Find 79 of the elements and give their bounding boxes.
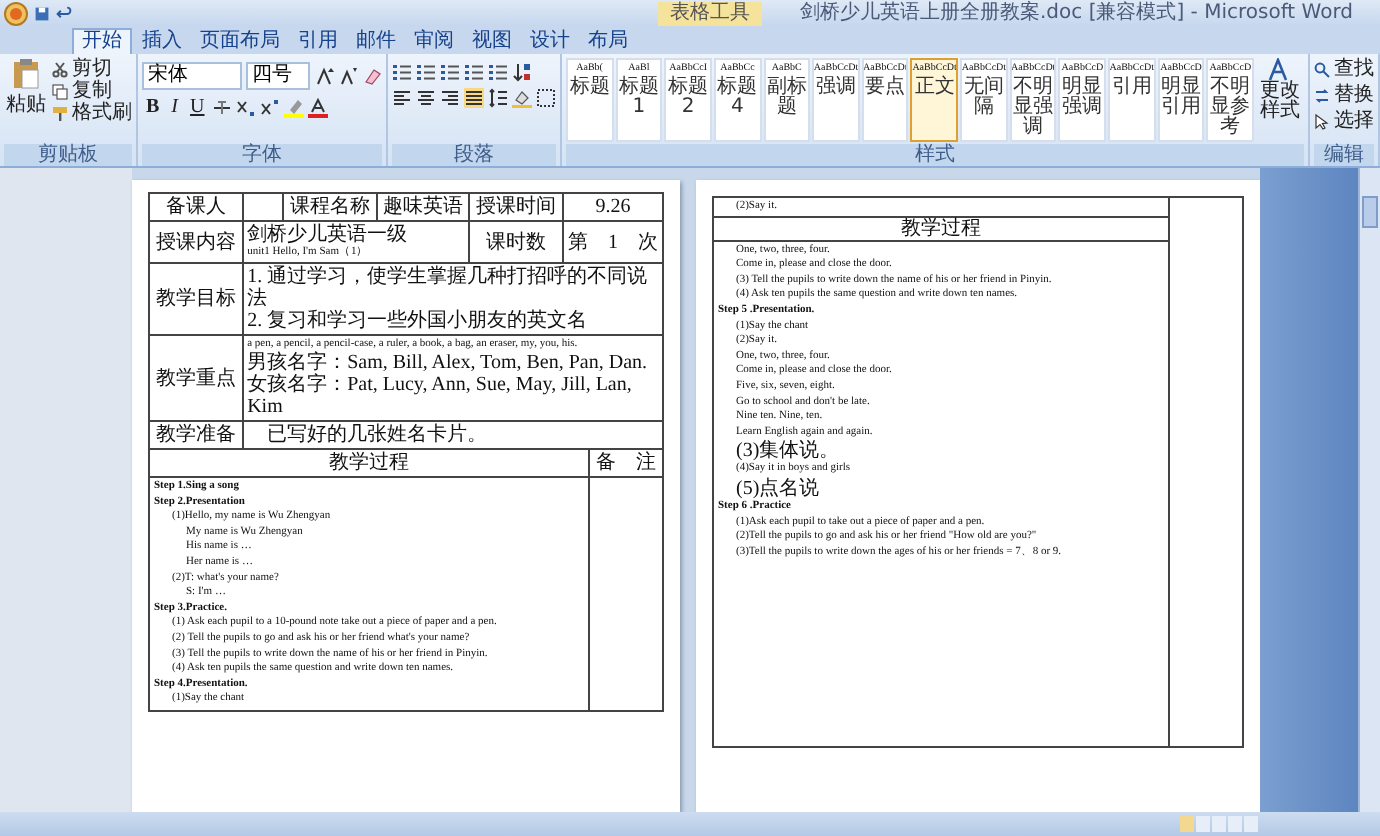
find-button[interactable]: 查找 (1314, 58, 1374, 80)
lesson-step-text: (3)集体说。 (734, 440, 840, 463)
borders-icon[interactable] (536, 88, 556, 108)
replace-icon (1314, 87, 1330, 103)
ribbon-tab[interactable]: 页面布局 (192, 30, 288, 54)
bullet-list-icon[interactable] (392, 62, 412, 82)
format-painter-button[interactable]: 格式刷 (52, 102, 132, 124)
select-button[interactable]: 选择 (1314, 110, 1374, 132)
copy-button[interactable]: 复制 (52, 80, 132, 102)
table-cell: 9.26 (563, 193, 663, 221)
font-color-icon[interactable] (308, 97, 329, 117)
ribbon-tab[interactable]: 邮件 (348, 30, 404, 54)
table-cell: 教学过程 (150, 450, 590, 478)
font-name-field[interactable]: 宋体 (142, 62, 242, 90)
superscript-icon[interactable] (260, 97, 281, 117)
strikethrough-icon[interactable] (212, 97, 233, 117)
replace-button[interactable]: 替换 (1314, 84, 1374, 106)
window-title: 剑桥少儿英语上册全册教案.doc [兼容模式] - Microsoft Word (800, 1, 1353, 25)
ribbon-tab[interactable]: 布局 (580, 30, 636, 54)
cell-text: 剑桥少儿英语一级 (247, 224, 410, 246)
shading-icon[interactable] (512, 88, 532, 108)
table-cell: 教学准备 (149, 421, 243, 449)
shrink-font-icon[interactable] (338, 66, 358, 86)
cut-button[interactable]: 剪切 (52, 58, 132, 80)
format-button[interactable]: I (167, 96, 183, 118)
align-left-icon[interactable] (392, 88, 412, 108)
group-label: 编辑 (1314, 144, 1374, 166)
table-cell: 课程名称 (283, 193, 377, 221)
table-cell: 授课时间 (469, 193, 563, 221)
grow-font-icon[interactable] (314, 66, 334, 86)
table-cell: 授课内容 (149, 221, 243, 263)
copy-icon (52, 83, 68, 99)
group-label: 剪贴板 (4, 144, 132, 166)
ribbon-tab[interactable]: 设计 (522, 30, 578, 54)
font-size-field[interactable]: 四号 (246, 62, 310, 90)
cell-text: 女孩名字：Pat, Lucy, Ann, Sue, May, Jill, Lan, Kim (247, 374, 634, 418)
ribbon-tab[interactable]: 插入 (134, 30, 190, 54)
ribbon-tab[interactable]: 开始 (72, 28, 132, 54)
cursor-icon (1314, 113, 1330, 129)
format-button[interactable]: B (142, 96, 164, 118)
cell-text: 1. 通过学习，使学生掌握几种打招呼的不同说法 (247, 266, 650, 310)
office-button-icon[interactable] (4, 1, 28, 25)
table-cell: 课时数 (469, 221, 563, 263)
table-cell: 教学过程 (714, 215, 1168, 242)
ribbon-tab[interactable]: 引用 (290, 30, 346, 54)
line-spacing-icon[interactable] (488, 88, 508, 108)
clear-formatting-icon[interactable] (362, 66, 382, 86)
group-label: 字体 (142, 144, 382, 166)
format-button[interactable]: U (186, 96, 209, 118)
group-label: 段落 (392, 144, 556, 166)
scissors-icon (52, 61, 68, 77)
justify-icon[interactable] (464, 88, 484, 108)
paste-button[interactable]: 粘贴 (4, 58, 48, 116)
subscript-icon[interactable] (236, 97, 257, 117)
cell-text: 男孩名字：Sam, Bill, Alex, Tom, Ben, Pan, Dan. (247, 352, 650, 374)
table-cell: 趣味英语 (376, 193, 470, 221)
table-cell: 已写好的几张姓名卡片。 (242, 421, 663, 449)
styles-icon (1267, 58, 1292, 82)
group-label: 样式 (566, 144, 1304, 166)
table-cell: 备课人 (149, 193, 243, 221)
scrollbar[interactable] (1358, 168, 1380, 812)
cell-text: 2. 复习和学习一些外国小朋友的英文名 (247, 310, 590, 332)
ribbon-tab[interactable]: 视图 (464, 30, 520, 54)
clipboard-icon (12, 58, 40, 90)
table-cell: 教学目标 (149, 263, 243, 335)
table-cell: 教学重点 (149, 335, 243, 421)
lesson-step-text: (5)点名说 (734, 477, 822, 500)
undo-icon[interactable] (56, 5, 72, 21)
sort-icon[interactable] (512, 62, 532, 82)
align-right-icon[interactable] (440, 88, 460, 108)
align-center-icon[interactable] (416, 88, 436, 108)
table-cell: 备 注 (590, 450, 662, 478)
ribbon-tab[interactable]: 审阅 (406, 30, 462, 54)
paintbrush-icon (52, 105, 68, 121)
change-styles-button[interactable]: 更改样式 (1255, 58, 1304, 122)
context-tab-label: 表格工具 (658, 1, 762, 25)
save-icon[interactable] (34, 5, 50, 21)
search-icon (1314, 61, 1330, 77)
table-cell: 第 1 次 (563, 221, 663, 263)
